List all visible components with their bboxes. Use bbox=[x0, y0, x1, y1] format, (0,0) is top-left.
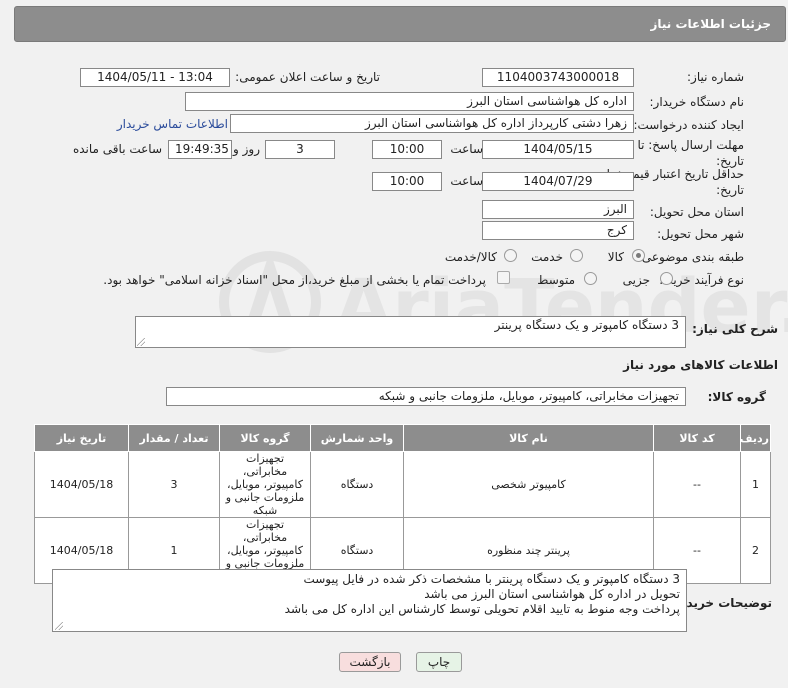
cell-unit: دستگاه bbox=[310, 451, 404, 518]
category-goods-radio[interactable] bbox=[632, 249, 645, 262]
col-group: گروه کالا bbox=[219, 424, 311, 452]
validity-date-field[interactable]: 1404/07/29 bbox=[482, 172, 634, 191]
remaining-time-label: ساعت باقی مانده bbox=[72, 142, 162, 156]
need-number-field[interactable]: 1104003743000018 bbox=[482, 68, 634, 87]
treasury-payment-note: پرداخت تمام یا بخشی از مبلغ خرید،از محل … bbox=[103, 273, 486, 287]
city-label: شهر محل تحویل: bbox=[657, 227, 744, 241]
col-date: تاریخ نیاز bbox=[34, 424, 129, 452]
process-medium-label: متوسط bbox=[537, 273, 575, 287]
col-code: کد کالا bbox=[653, 424, 741, 452]
buyer-notes-field[interactable]: 3 دستگاه کامپوتر و یک دستگاه پرینتر با م… bbox=[52, 569, 687, 632]
need-number-label: شماره نیاز: bbox=[687, 70, 744, 84]
process-minor-radio[interactable] bbox=[660, 272, 673, 285]
creator-label: ایجاد کننده درخواست: bbox=[633, 118, 744, 132]
validity-time-label: ساعت bbox=[450, 174, 483, 188]
announce-label: تاریخ و ساعت اعلان عمومی: bbox=[235, 70, 380, 84]
cell-code: -- bbox=[653, 451, 741, 518]
cell-date: 1404/05/18 bbox=[34, 451, 129, 518]
category-goods-service-label: کالا/خدمت bbox=[444, 250, 497, 264]
buyer-notes-line: تحویل در اداره کل هواشناسی استان البرز م… bbox=[424, 587, 680, 601]
panel-header: جزئیات اطلاعات نیاز bbox=[14, 6, 786, 42]
goods-table: ردیف کد کالا نام کالا واحد شمارش گروه کا… bbox=[34, 424, 771, 584]
col-unit: واحد شمارش bbox=[310, 424, 404, 452]
remaining-time-field[interactable]: 19:49:35 bbox=[168, 140, 232, 159]
category-goods-label: کالا bbox=[607, 250, 624, 264]
goods-group-field[interactable]: تجهیزات مخابراتی، کامپیوتر، موبایل، ملزو… bbox=[166, 387, 686, 406]
buyer-org-label: نام دستگاه خریدار: bbox=[649, 95, 745, 109]
summary-resize-handle[interactable] bbox=[137, 338, 145, 346]
table-row[interactable]: 1 -- کامپیوتر شخصی دستگاه تجهیزات مخابرا… bbox=[34, 451, 771, 518]
summary-label: شرح کلی نیاز: bbox=[692, 322, 778, 336]
process-medium-radio[interactable] bbox=[584, 272, 597, 285]
col-name: نام کالا bbox=[403, 424, 654, 452]
deadline-label: مهلت ارسال پاسخ: تا تاریخ: bbox=[637, 138, 744, 168]
buyer-contact-link[interactable]: اطلاعات تماس خریدار bbox=[117, 117, 228, 131]
cell-row: 2 bbox=[740, 517, 771, 584]
category-service-label: خدمت bbox=[531, 250, 563, 264]
category-label: طبقه بندی موضوعی: bbox=[637, 250, 744, 264]
goods-table-header: ردیف کد کالا نام کالا واحد شمارش گروه کا… bbox=[34, 424, 771, 452]
process-minor-label: جزیی bbox=[622, 273, 650, 287]
summary-field[interactable]: 3 دستگاه کامپوتر و یک دستگاه پرینتر bbox=[135, 316, 686, 348]
cell-qty: 3 bbox=[128, 451, 220, 518]
city-field[interactable]: کرج bbox=[482, 221, 634, 240]
days-label: روز و bbox=[233, 142, 260, 156]
back-button[interactable]: بازگشت bbox=[339, 652, 401, 672]
deadline-date-field[interactable]: 1404/05/15 bbox=[482, 140, 634, 159]
buyer-notes-resize-handle[interactable] bbox=[55, 622, 63, 630]
col-row: ردیف bbox=[740, 424, 771, 452]
treasury-payment-checkbox[interactable] bbox=[497, 271, 510, 284]
deadline-time-field[interactable]: 10:00 bbox=[372, 140, 442, 159]
buyer-notes-line: 3 دستگاه کامپوتر و یک دستگاه پرینتر با م… bbox=[303, 572, 680, 586]
cell-group: تجهیزات مخابراتی، کامپیوتر، موبایل، ملزو… bbox=[219, 451, 311, 518]
deadline-time-label: ساعت bbox=[450, 142, 483, 156]
buyer-notes-line: پرداخت وجه منوط به تایید اقلام تحویلی تو… bbox=[284, 602, 680, 616]
cell-name: کامپیوتر شخصی bbox=[403, 451, 654, 518]
buyer-org-field[interactable]: اداره کل هواشناسی استان البرز bbox=[185, 92, 634, 111]
panel-title: جزئیات اطلاعات نیاز bbox=[650, 17, 771, 31]
cell-row: 1 bbox=[740, 451, 771, 518]
category-service-radio[interactable] bbox=[570, 249, 583, 262]
announce-datetime-field[interactable]: 1404/05/11 - 13:04 bbox=[80, 68, 230, 87]
province-field[interactable]: البرز bbox=[482, 200, 634, 219]
goods-section-title: اطلاعات کالاهای مورد نیاز bbox=[623, 358, 778, 372]
goods-group-label: گروه کالا: bbox=[707, 390, 766, 404]
province-label: استان محل تحویل: bbox=[649, 205, 744, 219]
col-qty: تعداد / مقدار bbox=[128, 424, 220, 452]
validity-time-field[interactable]: 10:00 bbox=[372, 172, 442, 191]
category-goods-service-radio[interactable] bbox=[504, 249, 517, 262]
print-button[interactable]: چاپ bbox=[416, 652, 462, 672]
days-remaining-field[interactable]: 3 bbox=[265, 140, 335, 159]
creator-field[interactable]: زهرا دشتی کارپرداز اداره کل هواشناسی است… bbox=[230, 114, 634, 133]
